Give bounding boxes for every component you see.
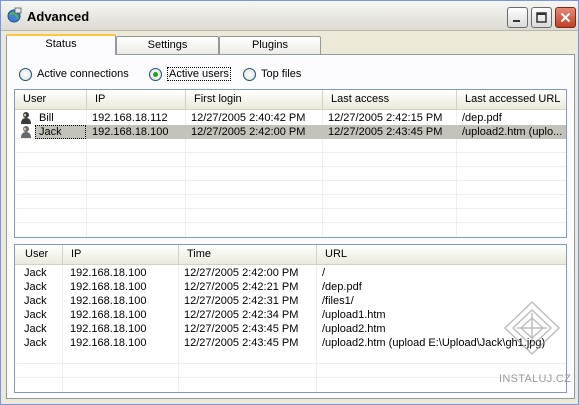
title-bar[interactable]: Advanced — [1, 1, 578, 31]
cell-url: /files1/ — [322, 295, 354, 307]
cell-ip: 192.168.18.100 — [86, 125, 186, 139]
column-header-user[interactable]: User — [15, 245, 63, 264]
cell-user: Jack — [24, 281, 47, 293]
cell-last-access: 12/27/2005 2:42:15 PM — [328, 112, 443, 124]
column-header-ip[interactable]: IP — [87, 90, 186, 109]
access-log-list[interactable]: User IP Time URL Jack 192.168.18.100 12/… — [14, 244, 567, 393]
cell-url: /dep.pdf — [462, 112, 502, 124]
cell-ip: 192.168.18.100 — [70, 323, 147, 335]
cell-time: 12/27/2005 2:42:34 PM — [184, 309, 299, 321]
watermark-text: INSTALUJ.CZ — [499, 373, 572, 385]
column-header-user[interactable]: User — [15, 90, 87, 109]
minimize-icon — [513, 20, 520, 22]
radio-label: Active connections — [37, 68, 129, 80]
table-row[interactable]: Bill 192.168.18.112 12/27/2005 2:40:42 P… — [15, 111, 566, 125]
users-header: User IP First login Last access Last acc… — [15, 90, 566, 110]
close-icon — [560, 12, 571, 23]
cell-ip: 192.168.18.100 — [70, 309, 147, 321]
column-header-last-access[interactable]: Last access — [323, 90, 457, 109]
cell-ip: 192.168.18.100 — [70, 267, 147, 279]
radio-label: Top files — [261, 68, 302, 80]
cell-ip: 192.168.18.100 — [70, 295, 147, 307]
maximize-button[interactable] — [531, 7, 552, 28]
cell-time: 12/27/2005 2:42:00 PM — [184, 267, 299, 279]
cell-time: 12/27/2005 2:43:45 PM — [184, 323, 299, 335]
table-row-selected[interactable]: Jack 192.168.18.100 12/27/2005 2:42:00 P… — [15, 125, 566, 139]
active-users-list[interactable]: User IP First login Last access Last acc… — [14, 89, 567, 238]
user-icon — [21, 126, 31, 138]
cell-ip: 192.168.18.100 — [70, 281, 147, 293]
log-row[interactable]: Jack 192.168.18.100 12/27/2005 2:42:31 P… — [15, 294, 566, 308]
log-row[interactable]: Jack 192.168.18.100 12/27/2005 2:43:45 P… — [15, 336, 566, 350]
column-header-ip[interactable]: IP — [63, 245, 179, 264]
log-row[interactable]: Jack 192.168.18.100 12/27/2005 2:42:34 P… — [15, 308, 566, 322]
log-row[interactable]: Jack 192.168.18.100 12/27/2005 2:42:00 P… — [15, 266, 566, 280]
cell-url: /upload2.htm — [322, 323, 386, 335]
column-header-time[interactable]: Time — [179, 245, 317, 264]
radio-circle — [243, 68, 256, 81]
cell-time: 12/27/2005 2:42:31 PM — [184, 295, 299, 307]
radio-circle-selected — [149, 68, 162, 81]
window-title: Advanced — [27, 9, 90, 24]
column-header-url[interactable]: URL — [317, 245, 566, 264]
log-row[interactable]: Jack 192.168.18.100 12/27/2005 2:43:45 P… — [15, 322, 566, 336]
cell-user: Jack — [24, 295, 47, 307]
tab-status[interactable]: Status — [6, 34, 116, 55]
cell-time: 12/27/2005 2:43:45 PM — [184, 337, 299, 349]
cell-url: /upload1.htm — [322, 309, 386, 321]
cell-time: 12/27/2005 2:42:21 PM — [184, 281, 299, 293]
cell-user: Jack — [24, 267, 47, 279]
radio-circle — [19, 68, 32, 81]
column-header-last-url[interactable]: Last accessed URL — [457, 90, 566, 109]
cell-ip: 192.168.18.112 — [92, 112, 168, 124]
cell-ip: 192.168.18.100 — [70, 337, 147, 349]
maximize-icon — [536, 12, 547, 23]
tab-settings[interactable]: Settings — [116, 36, 219, 54]
close-button[interactable] — [555, 7, 576, 28]
cell-last-access: 12/27/2005 2:43:45 PM — [323, 125, 457, 139]
cell-url: /dep.pdf — [322, 281, 362, 293]
user-icon — [21, 112, 31, 124]
tab-plugins[interactable]: Plugins — [219, 36, 321, 54]
cell-url: /upload2.htm (uplo... — [457, 125, 566, 139]
cell-first-login: 12/27/2005 2:42:00 PM — [186, 125, 323, 139]
cell-user: Jack — [24, 323, 47, 335]
log-header: User IP Time URL — [15, 245, 566, 265]
cell-user: Jack — [24, 309, 47, 321]
app-globe-icon — [7, 7, 22, 23]
cell-user: Bill — [39, 112, 54, 124]
cell-user: Jack — [24, 337, 47, 349]
cell-url: / — [322, 267, 326, 279]
minimize-button[interactable] — [507, 7, 528, 28]
instaluj-logo-icon — [503, 300, 561, 356]
radio-label: Active users — [167, 67, 231, 81]
cell-first-login: 12/27/2005 2:40:42 PM — [191, 112, 306, 124]
cell-user: Jack — [35, 125, 86, 139]
log-row[interactable]: Jack 192.168.18.100 12/27/2005 2:42:21 P… — [15, 280, 566, 294]
column-header-first-login[interactable]: First login — [186, 90, 323, 109]
advanced-window: Advanced Status Settings Plugins Active … — [0, 0, 579, 405]
